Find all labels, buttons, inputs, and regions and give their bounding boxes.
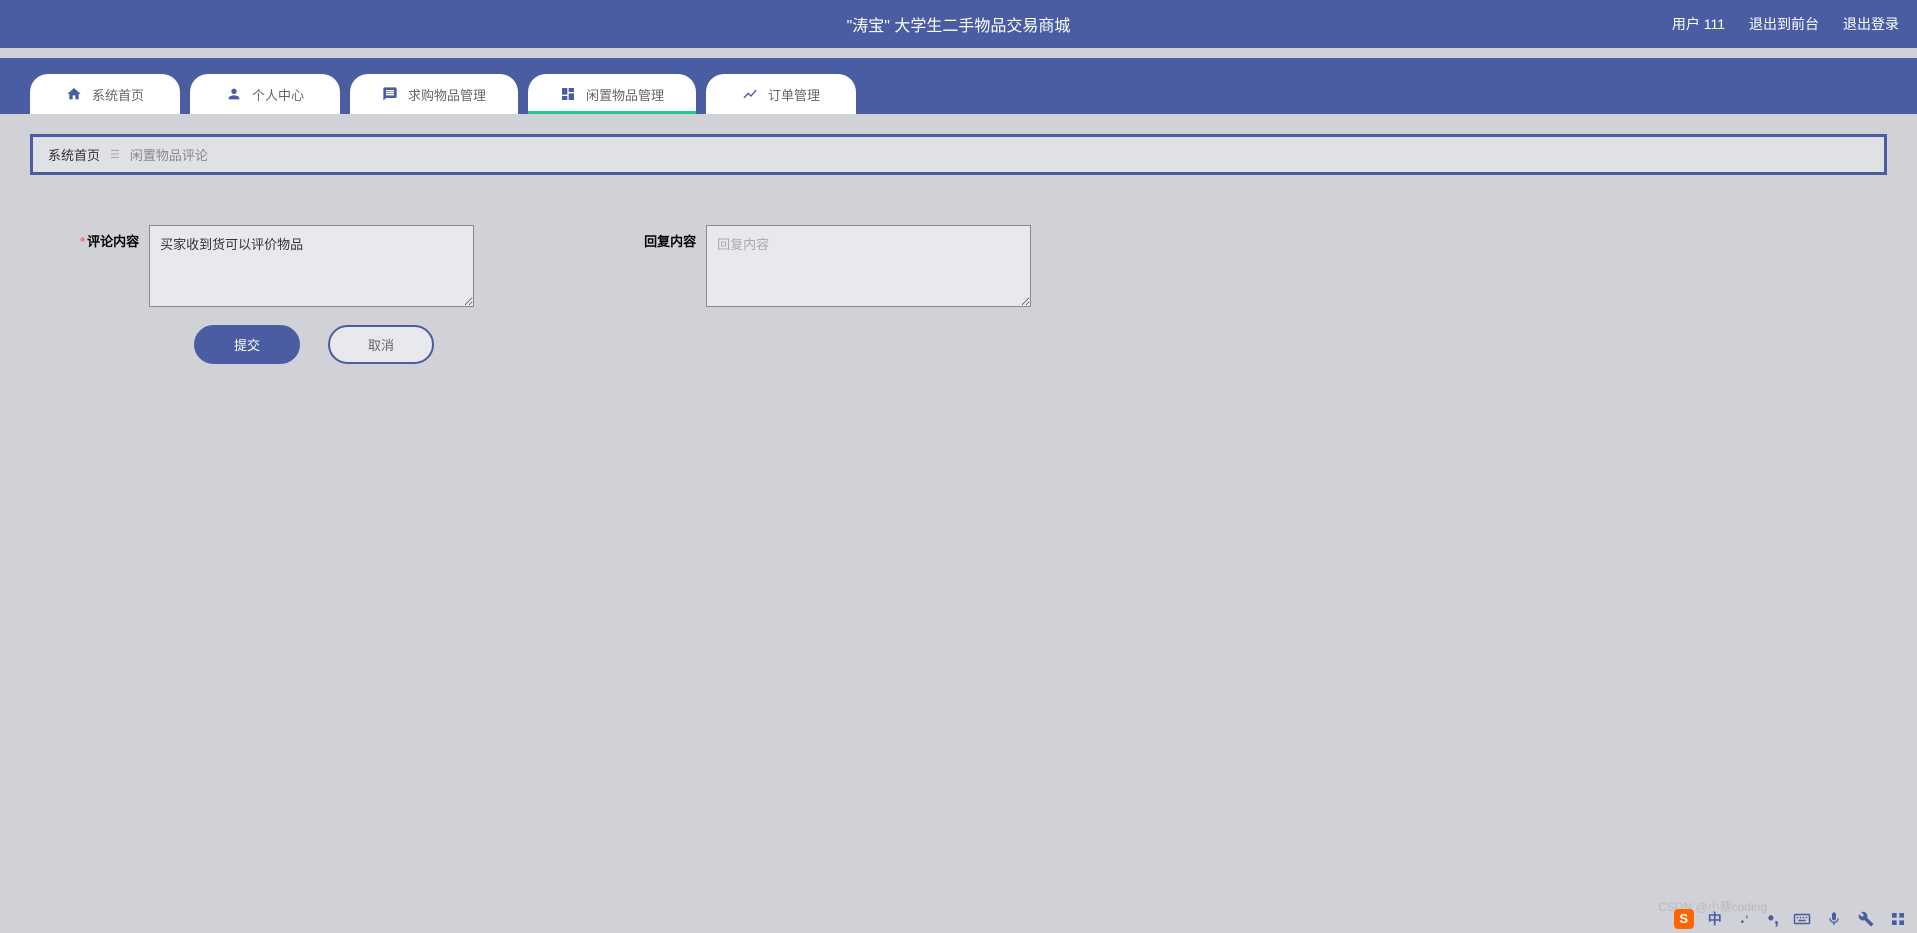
ime-mic-icon[interactable]	[1825, 910, 1843, 928]
form-area: *评论内容 回复内容	[30, 225, 1887, 307]
site-title: "涛宝" 大学生二手物品交易商城	[847, 12, 1071, 36]
tab-wanted-management[interactable]: 求购物品管理	[350, 74, 518, 114]
tab-order-management[interactable]: 订单管理	[706, 74, 856, 114]
tab-idle-management[interactable]: 闲置物品管理	[528, 74, 696, 114]
home-icon	[66, 86, 82, 102]
ime-lang-indicator[interactable]: 中	[1708, 909, 1722, 929]
ime-tool-icon[interactable]	[1857, 910, 1875, 928]
message-icon	[382, 86, 398, 102]
tab-profile[interactable]: 个人中心	[190, 74, 340, 114]
top-header: "涛宝" 大学生二手物品交易商城 用户 111 退出到前台 退出登录	[0, 0, 1917, 48]
breadcrumb: 系统首页 ☰ 闲置物品评论	[30, 134, 1887, 175]
exit-frontend-link[interactable]: 退出到前台	[1749, 14, 1819, 34]
tab-label: 个人中心	[252, 85, 304, 104]
breadcrumb-current: 闲置物品评论	[130, 145, 208, 164]
tab-label: 求购物品管理	[408, 85, 486, 104]
comment-group: *评论内容	[80, 225, 474, 307]
ime-sogou-icon[interactable]: S	[1674, 909, 1694, 929]
required-icon: *	[80, 234, 85, 249]
user-label[interactable]: 用户 111	[1672, 14, 1725, 34]
ime-grid-icon[interactable]	[1889, 910, 1907, 928]
reply-textarea[interactable]	[706, 225, 1031, 307]
ime-punct-icon[interactable]	[1736, 910, 1754, 928]
breadcrumb-separator-icon: ☰	[110, 148, 120, 161]
breadcrumb-root[interactable]: 系统首页	[48, 145, 100, 164]
content-area: 系统首页 ☰ 闲置物品评论 *评论内容 回复内容 提交 取消	[0, 114, 1917, 384]
ime-dot-icon[interactable]: •,	[1768, 908, 1779, 929]
tab-label: 系统首页	[92, 85, 144, 104]
person-icon	[226, 86, 242, 102]
comment-textarea[interactable]	[149, 225, 474, 307]
chart-icon	[742, 86, 758, 102]
button-row: 提交 取消	[30, 325, 1887, 364]
dashboard-icon	[560, 86, 576, 102]
taskbar: S 中 •,	[1664, 904, 1917, 933]
logout-link[interactable]: 退出登录	[1843, 14, 1899, 34]
cancel-button[interactable]: 取消	[328, 325, 434, 364]
reply-group: 回复内容	[644, 225, 1031, 307]
tab-home[interactable]: 系统首页	[30, 74, 180, 114]
nav-bar: 系统首页 个人中心 求购物品管理 闲置物品管理 订单管理	[0, 58, 1917, 114]
user-actions: 用户 111 退出到前台 退出登录	[1672, 14, 1899, 34]
comment-label: *评论内容	[80, 225, 139, 250]
tab-label: 订单管理	[768, 85, 820, 104]
submit-button[interactable]: 提交	[194, 325, 300, 364]
reply-label: 回复内容	[644, 225, 696, 250]
tab-label: 闲置物品管理	[586, 85, 664, 104]
header-gap	[0, 48, 1917, 58]
ime-keyboard-icon[interactable]	[1793, 910, 1811, 928]
